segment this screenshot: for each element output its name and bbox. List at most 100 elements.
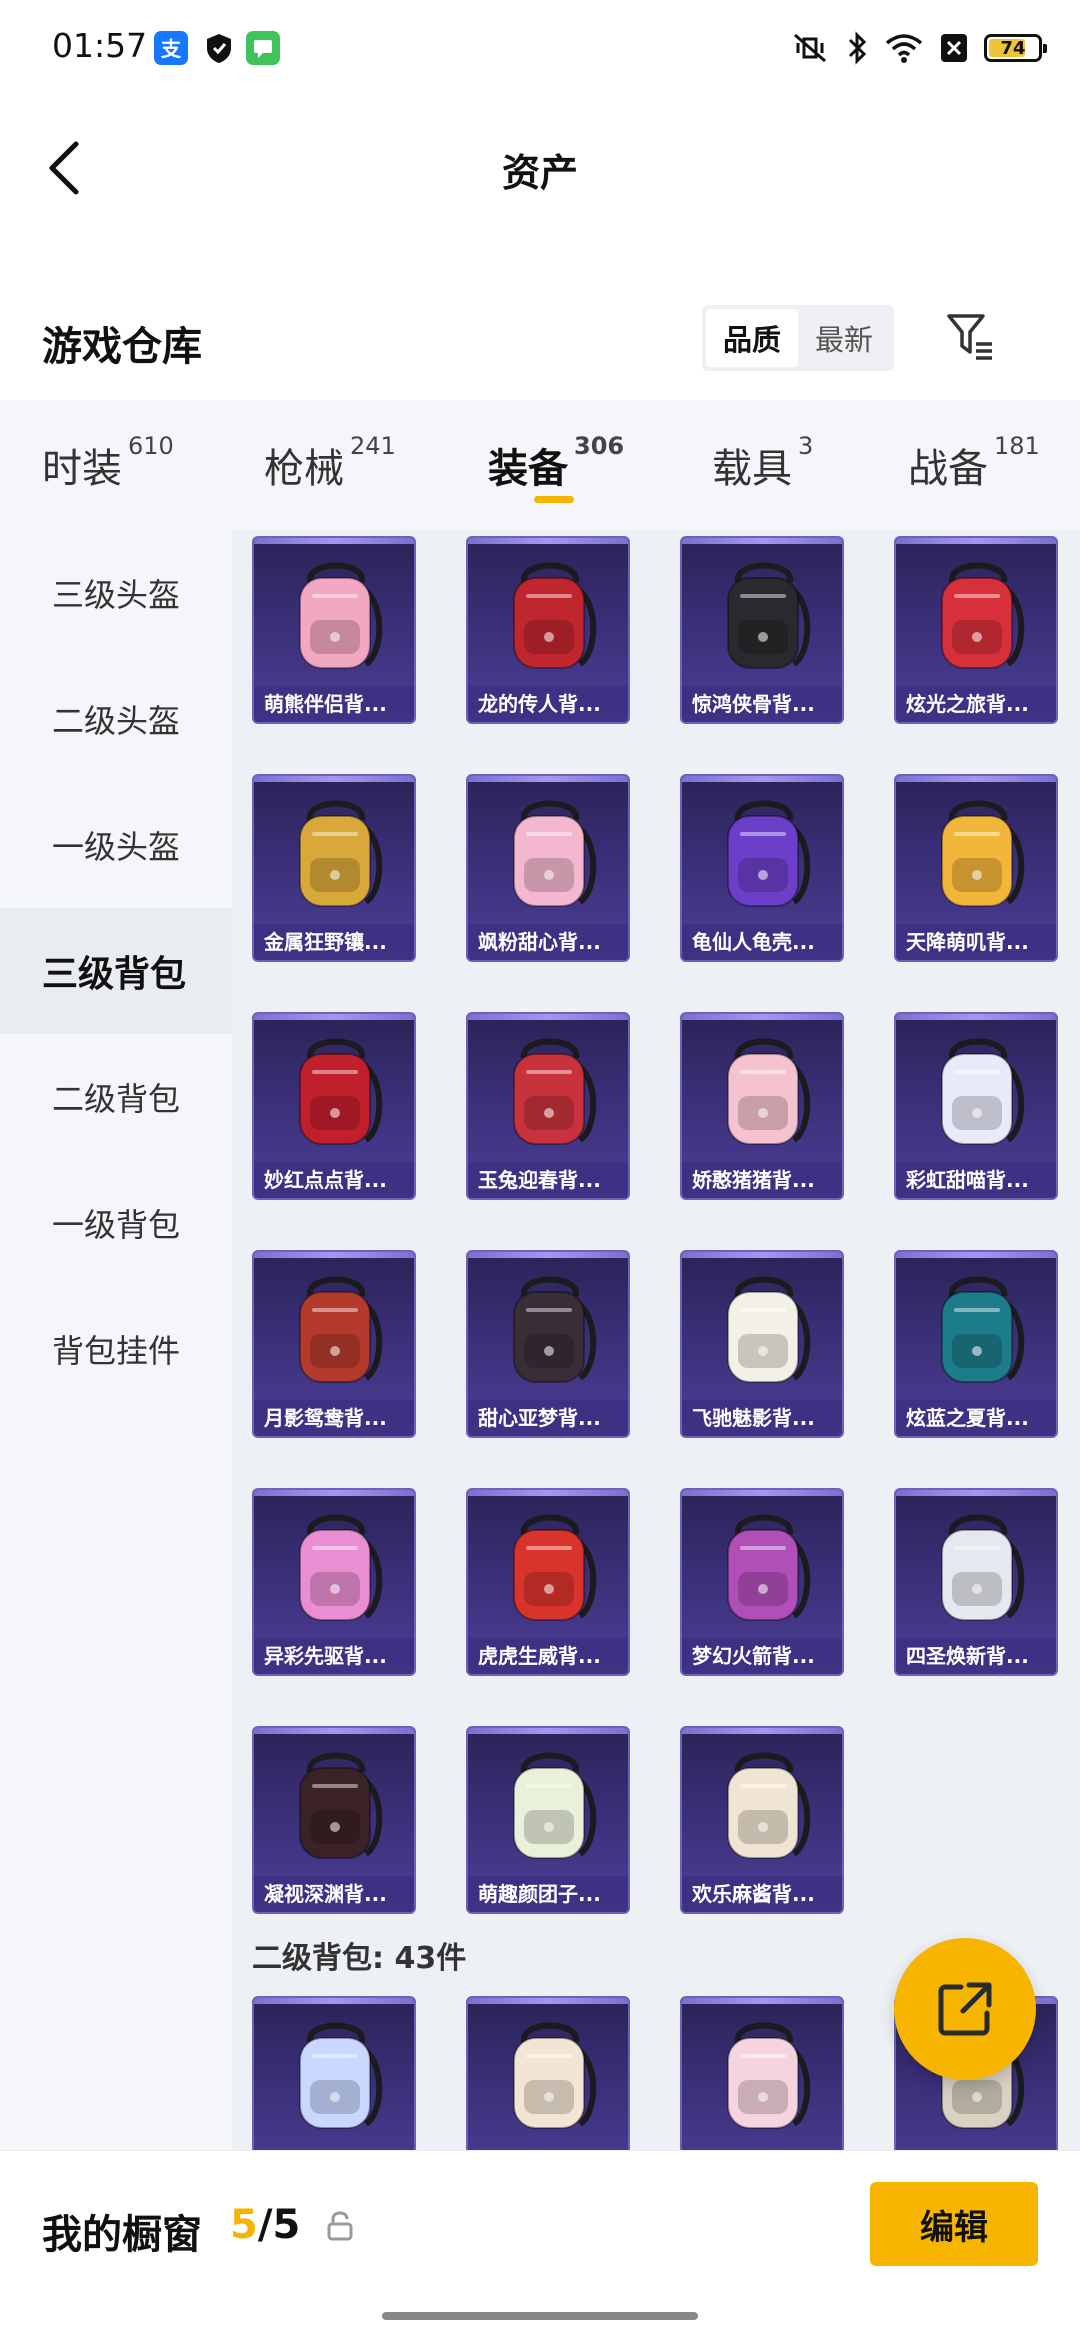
item-grid: 二级背包: 43件 萌熊伴侣背... 龙的传人背... 惊鸿侠骨背... 炫光之旅背.… — [232, 530, 1080, 2150]
battery-icon: 74 — [984, 34, 1047, 62]
alipay-icon: 支 — [154, 31, 188, 65]
feather-backpack-icon — [276, 1266, 396, 1396]
quilted-backpack-icon — [490, 1266, 610, 1396]
item-name: 玉兔迎春背... — [468, 1162, 628, 1198]
item-name: 四圣焕新背... — [896, 1638, 1056, 1674]
dumpling-backpack-icon — [490, 1742, 610, 1872]
tab-gear[interactable]: 战备 181 — [908, 432, 1040, 494]
tab-count: 241 — [350, 432, 396, 460]
item-card[interactable]: 彩虹甜喵背... — [894, 1012, 1058, 1200]
item-card[interactable]: 梦幻火箭背... — [680, 1488, 844, 1676]
cat-backpack-icon — [918, 1028, 1038, 1158]
item-card[interactable]: 龙的传人背... — [466, 536, 630, 724]
item-name: 萌熊伴侣背... — [254, 686, 414, 722]
mahjong-backpack-icon — [704, 1742, 824, 1872]
pig-backpack-icon — [704, 1028, 824, 1158]
pink-backpack-icon — [490, 790, 610, 920]
item-card[interactable] — [466, 1996, 630, 2150]
red-backpack-icon — [490, 552, 610, 682]
item-card[interactable]: 月影鸳鸯背... — [252, 1250, 416, 1438]
sidebar-item-level2-backpack[interactable]: 二级背包 — [0, 1034, 232, 1160]
sidebar-item-level1-helmet[interactable]: 一级头盔 — [0, 782, 232, 908]
item-card[interactable]: 炫蓝之夏背... — [894, 1250, 1058, 1438]
item-card[interactable]: 凝视深渊背... — [252, 1726, 416, 1914]
showcase-label: 我的橱窗 — [42, 2212, 202, 2258]
sidebar-item-level3-helmet[interactable]: 三级头盔 — [0, 530, 232, 656]
item-card[interactable]: 娇憨猪猪背... — [680, 1012, 844, 1200]
item-card[interactable]: 萌熊伴侣背... — [252, 536, 416, 724]
status-time: 01:57 — [52, 26, 148, 65]
item-name: 梦幻火箭背... — [682, 1638, 842, 1674]
tab-count: 181 — [994, 432, 1040, 460]
tab-label: 枪械 — [264, 446, 344, 492]
item-card[interactable]: 四圣焕新背... — [894, 1488, 1058, 1676]
blue-backpack-icon — [918, 1266, 1038, 1396]
shield-app-icon — [202, 31, 236, 65]
item-card[interactable]: 玉兔迎春背... — [466, 1012, 630, 1200]
item-name: 金属狂野镶... — [254, 924, 414, 960]
external-share-icon — [938, 1982, 992, 2036]
item-card[interactable]: 龟仙人龟壳... — [680, 774, 844, 962]
category-tabs: 时装 610 枪械 241 装备 306 载具 3 战备 181 — [0, 400, 1080, 530]
item-name: 彩虹甜喵背... — [896, 1162, 1056, 1198]
item-name: 炫光之旅背... — [896, 686, 1056, 722]
item-name: 天降萌叽背... — [896, 924, 1056, 960]
sidebar-item-level3-backpack[interactable]: 三级背包 — [0, 908, 232, 1034]
item-card[interactable]: 欢乐麻酱背... — [680, 1726, 844, 1914]
item-name: 妙红点点背... — [254, 1162, 414, 1198]
tab-fashion[interactable]: 时装 610 — [42, 432, 174, 494]
tab-label: 装备 — [488, 446, 568, 492]
warehouse-title: 游戏仓库 — [42, 324, 202, 370]
status-bar: 01:57 支 74 — [0, 0, 1080, 95]
item-card[interactable]: 惊鸿侠骨背... — [680, 536, 844, 724]
bear-backpack-icon — [276, 552, 396, 682]
tab-count: 3 — [798, 432, 814, 460]
item-card[interactable]: 异彩先驱背... — [252, 1488, 416, 1676]
item-name: 异彩先驱背... — [254, 1638, 414, 1674]
item-name: 月影鸳鸯背... — [254, 1400, 414, 1436]
item-card[interactable]: 飒粉甜心背... — [466, 774, 630, 962]
edit-button[interactable]: 编辑 — [870, 2182, 1038, 2266]
item-name: 惊鸿侠骨背... — [682, 686, 842, 722]
rabbit-backpack-icon — [490, 1028, 610, 1158]
svg-text:支: 支 — [161, 37, 182, 61]
white-backpack-icon — [704, 1266, 824, 1396]
home-indicator[interactable] — [382, 2312, 698, 2320]
wifi-icon — [884, 31, 924, 65]
tab-count: 306 — [574, 432, 625, 460]
sidebar-item-level1-backpack[interactable]: 一级背包 — [0, 1160, 232, 1286]
item-card[interactable]: 妙红点点背... — [252, 1012, 416, 1200]
tab-label: 载具 — [712, 446, 792, 492]
filter-button[interactable] — [940, 306, 1000, 366]
item-card[interactable]: 虎虎生威背... — [466, 1488, 630, 1676]
item-card[interactable]: 飞驰魅影背... — [680, 1250, 844, 1438]
turtle-shell-backpack-icon — [704, 790, 824, 920]
item-card[interactable]: 炫光之旅背... — [894, 536, 1058, 724]
item-card[interactable] — [252, 1996, 416, 2150]
backpack-icon — [704, 2012, 824, 2142]
sidebar-item-level2-helmet[interactable]: 二级头盔 — [0, 656, 232, 782]
lock-icon — [327, 2211, 353, 2241]
item-card[interactable] — [680, 1996, 844, 2150]
sort-by-quality-button[interactable]: 品质 — [706, 309, 798, 367]
tab-label: 战备 — [908, 446, 988, 492]
tab-vehicles[interactable]: 载具 3 — [712, 432, 813, 494]
sort-by-newest-button[interactable]: 最新 — [798, 309, 890, 367]
item-card[interactable]: 甜心亚梦背... — [466, 1250, 630, 1438]
battery-level: 74 — [1000, 37, 1026, 59]
tab-equipment[interactable]: 装备 306 — [488, 432, 624, 494]
item-name: 娇憨猪猪背... — [682, 1162, 842, 1198]
item-card[interactable]: 萌趣颜团子... — [466, 1726, 630, 1914]
tab-firearms[interactable]: 枪械 241 — [264, 432, 396, 494]
sidebar-item-backpack-charm[interactable]: 背包挂件 — [0, 1286, 232, 1412]
item-name: 飒粉甜心背... — [468, 924, 628, 960]
mute-vibrate-icon — [790, 31, 830, 65]
showcase-total: /5 — [257, 2202, 301, 2248]
item-card[interactable]: 金属狂野镶... — [252, 774, 416, 962]
share-button[interactable] — [894, 1938, 1036, 2080]
monster-backpack-icon — [918, 552, 1038, 682]
item-card[interactable]: 天降萌叽背... — [894, 774, 1058, 962]
item-name: 欢乐麻酱背... — [682, 1876, 842, 1912]
page-title: 资产 — [501, 151, 578, 195]
tab-count: 610 — [128, 432, 174, 460]
